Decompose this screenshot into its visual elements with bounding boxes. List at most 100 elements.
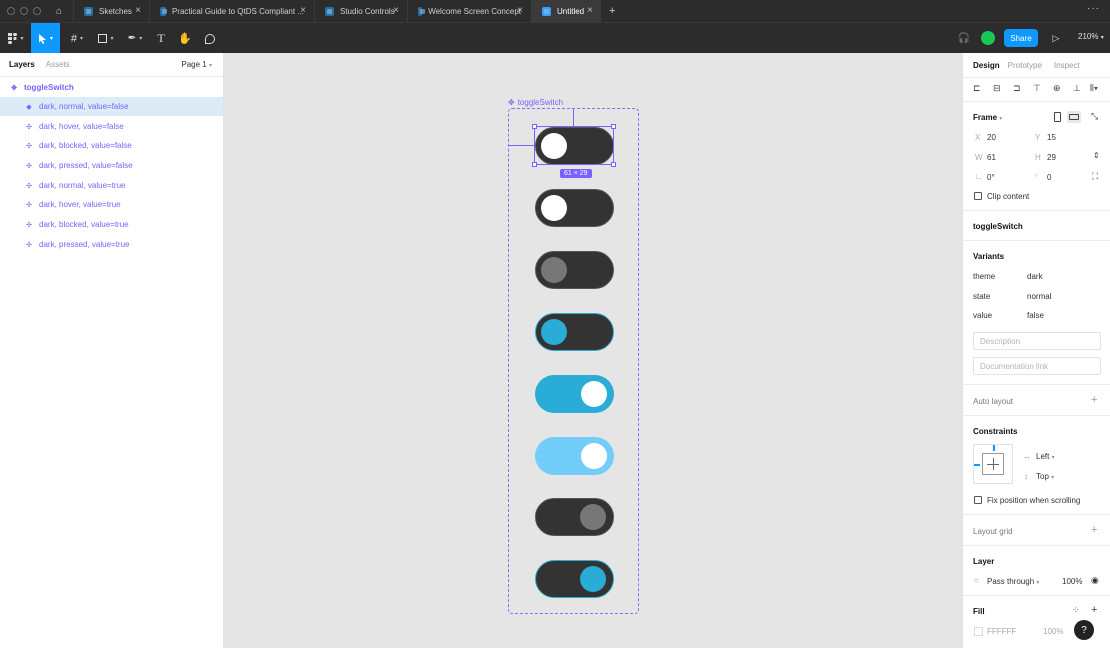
canvas[interactable]: ✥ toggleSwitch 61 × 29 <box>224 53 962 648</box>
fix-position-checkbox[interactable] <box>974 496 982 504</box>
variant-state-select[interactable]: normal <box>1027 292 1051 301</box>
tab-assets[interactable]: Assets <box>46 60 70 69</box>
text-tool-button[interactable]: T <box>153 23 169 54</box>
component-set-frame[interactable] <box>508 108 639 614</box>
fill-hex-input[interactable]: FFFFFF <box>987 627 1016 636</box>
present-button[interactable]: ▷ <box>1050 23 1062 54</box>
constrain-proportions-icon[interactable]: ⇕ <box>1093 151 1100 160</box>
tab-inspect[interactable]: Inspect <box>1054 61 1080 70</box>
hand-tool-button[interactable]: ✋ <box>177 23 193 54</box>
close-icon[interactable]: × <box>517 5 523 16</box>
clip-content-checkbox[interactable] <box>974 192 982 200</box>
page-selector[interactable]: Page 1 ▾ <box>181 60 212 69</box>
layer-component-set[interactable]: ✥ toggleSwitch <box>0 78 223 97</box>
home-icon[interactable]: ⌂ <box>45 0 73 22</box>
zoom-dropdown[interactable]: 210% ▾ <box>1078 32 1104 41</box>
constraints-widget[interactable] <box>973 444 1013 484</box>
fill-swatch[interactable] <box>974 627 983 636</box>
frame-tool-button[interactable]: # ▾ <box>64 23 90 54</box>
align-center-v-icon[interactable]: ⊕ <box>1053 83 1061 94</box>
close-icon[interactable]: × <box>393 5 399 16</box>
resize-handle[interactable] <box>532 162 537 167</box>
tab-design[interactable]: Design <box>973 61 1000 70</box>
y-input[interactable]: 15 <box>1047 133 1056 142</box>
toggle-dark-blocked-false[interactable] <box>535 251 614 289</box>
resize-to-fit-icon[interactable]: ⤡ <box>1091 111 1098 122</box>
rotation-input[interactable]: 0° <box>987 173 995 182</box>
layer-item[interactable]: ✣ dark, pressed, value=true <box>0 235 223 254</box>
more-icon[interactable]: ··· <box>1087 3 1100 14</box>
eye-icon[interactable]: ◉ <box>1091 575 1099 586</box>
tab-layers[interactable]: Layers <box>9 60 35 69</box>
documentation-link-field[interactable]: Documentation link <box>973 357 1101 375</box>
comment-tool-button[interactable] <box>202 23 218 54</box>
add-fill-icon[interactable]: + <box>1091 604 1097 616</box>
layer-item[interactable]: ✣ dark, hover, value=false <box>0 117 223 136</box>
close-icon[interactable]: × <box>135 5 141 16</box>
main-menu-button[interactable]: ▾ <box>4 23 28 54</box>
vertical-constraint-select[interactable]: Top ▾ <box>1036 472 1054 481</box>
toggle-dark-hover-false[interactable] <box>535 189 614 227</box>
horizontal-constraint-select[interactable]: Left ▾ <box>1036 452 1055 461</box>
help-button[interactable]: ? <box>1074 620 1094 640</box>
toggle-dark-normal-true[interactable] <box>535 375 614 413</box>
independent-corners-icon[interactable]: ⛶ <box>1092 171 1098 182</box>
new-tab-icon[interactable]: + <box>609 5 615 17</box>
landscape-icon[interactable] <box>1067 111 1081 123</box>
blend-mode-select[interactable]: Pass through ▾ <box>987 577 1039 586</box>
layer-item[interactable]: ✣ dark, pressed, value=false <box>0 156 223 175</box>
styles-icon[interactable]: ⁘ <box>1072 605 1080 616</box>
align-left-icon[interactable]: ⊏ <box>973 83 981 94</box>
maximize-window-button[interactable] <box>33 7 41 15</box>
selection-box[interactable] <box>534 126 614 165</box>
audio-button[interactable]: 🎧 <box>956 23 972 54</box>
layer-item[interactable]: ✣ dark, normal, value=true <box>0 176 223 195</box>
align-right-icon[interactable]: ⊐ <box>1013 83 1021 94</box>
variant-value-select[interactable]: false <box>1027 311 1044 320</box>
resize-handle[interactable] <box>532 124 537 129</box>
fill-opacity-input[interactable]: 100% <box>1043 627 1063 636</box>
resize-handle[interactable] <box>611 124 616 129</box>
close-window-button[interactable] <box>7 7 15 15</box>
distribute-icon[interactable]: ⫴▾ <box>1090 83 1098 94</box>
layer-item[interactable]: ✣ dark, blocked, value=true <box>0 215 223 234</box>
move-tool-button[interactable]: ▾ <box>31 23 60 54</box>
tab-sketches[interactable]: Sketches × <box>73 0 149 22</box>
close-icon[interactable]: × <box>300 5 306 16</box>
avatar[interactable] <box>981 31 995 45</box>
tab-welcome-screen[interactable]: Welcome Screen Concept × <box>407 0 531 22</box>
shape-tool-button[interactable]: ▾ <box>93 23 119 54</box>
layer-label: dark, blocked, value=true <box>39 220 129 229</box>
tab-practical-guide[interactable]: Practical Guide to QtDS Compliant ... × <box>149 0 314 22</box>
toggle-dark-pressed-false[interactable] <box>535 313 614 351</box>
layer-item[interactable]: ◆ dark, normal, value=false <box>0 97 223 116</box>
minimize-window-button[interactable] <box>20 7 28 15</box>
tab-prototype[interactable]: Prototype <box>1008 61 1042 70</box>
align-center-h-icon[interactable]: ⊟ <box>993 83 1001 94</box>
frame-section-title[interactable]: Frame ▾ <box>973 113 1002 122</box>
add-layout-grid-icon[interactable]: + <box>1091 524 1097 536</box>
pen-tool-button[interactable]: ✒ ▾ <box>122 23 148 54</box>
toggle-dark-pressed-true[interactable] <box>535 560 614 598</box>
tab-untitled[interactable]: Untitled × <box>531 0 601 22</box>
description-field[interactable]: Description <box>973 332 1101 350</box>
resize-handle[interactable] <box>611 162 616 167</box>
align-bottom-icon[interactable]: ⊥ <box>1073 83 1081 94</box>
layer-item[interactable]: ✣ dark, hover, value=true <box>0 195 223 214</box>
width-input[interactable]: 61 <box>987 153 996 162</box>
component-set-label[interactable]: ✥ toggleSwitch <box>508 98 563 107</box>
tab-studio-controls[interactable]: Studio Controls × <box>314 0 407 22</box>
height-input[interactable]: 29 <box>1047 153 1056 162</box>
share-button[interactable]: Share <box>1004 29 1038 47</box>
toggle-dark-hover-true[interactable] <box>535 437 614 475</box>
x-input[interactable]: 20 <box>987 133 996 142</box>
portrait-icon[interactable] <box>1054 112 1061 122</box>
add-auto-layout-icon[interactable]: + <box>1091 394 1097 406</box>
layer-opacity-input[interactable]: 100% <box>1062 577 1082 586</box>
close-icon[interactable]: × <box>587 5 593 16</box>
corner-radius-input[interactable]: 0 <box>1047 173 1051 182</box>
variant-theme-select[interactable]: dark <box>1027 272 1043 281</box>
align-top-icon[interactable]: ⊤ <box>1033 83 1041 94</box>
layer-item[interactable]: ✣ dark, blocked, value=false <box>0 136 223 155</box>
toggle-dark-blocked-true[interactable] <box>535 498 614 536</box>
